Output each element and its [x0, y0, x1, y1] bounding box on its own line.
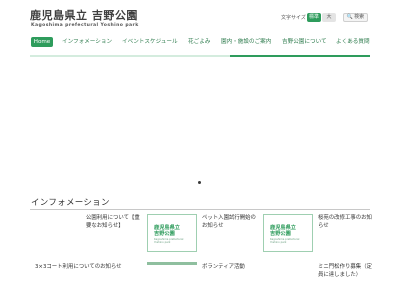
info-item-title-line2: らせ [318, 223, 329, 229]
info-thumbnail-partial[interactable] [147, 262, 197, 265]
hero-slideshow[interactable] [30, 57, 370, 187]
info-item-title-line2: 要なお知らせ】 [86, 223, 124, 229]
thumbnail-logo-subtext: Kagoshima prefectural Yoshino park [270, 238, 300, 244]
info-divider [30, 209, 370, 210]
info-item-cherry-garden-construction[interactable]: 桜苑の改修工事のお知 らせ [318, 214, 372, 230]
font-size-standard-button[interactable]: 標準 [307, 12, 321, 22]
info-item-title-line1: 桜苑の改修工事のお知 [318, 215, 372, 221]
info-item-title-line2: お知らせ [202, 223, 224, 229]
thumbnail-logo-subtext: Kagoshima prefectural Yoshino park [154, 238, 184, 244]
nav-home[interactable]: Home [31, 37, 53, 47]
nav-about-park[interactable]: 吉野公園について [282, 37, 327, 47]
thumbnail-logo-text: 鹿児島県立 吉野公園 [154, 225, 180, 237]
search-icon: 🔍 [346, 13, 354, 20]
info-item-volunteer[interactable]: ボランティア活動 [202, 263, 245, 271]
info-item-title-line1: 3×3コート利用についてのお知らせ [35, 264, 122, 270]
site-subtitle: Kagoshima prefectural Yoshino park [31, 23, 139, 28]
font-size-label: 文字サイズ [281, 15, 306, 21]
font-size-large-button[interactable]: 大 [322, 12, 336, 22]
info-item-park-usage[interactable]: 公園利用について【重 要なお知らせ】 [86, 214, 140, 230]
info-item-title-line1: ミニ門松作り募集（定 [318, 264, 372, 270]
nav-event-schedule[interactable]: イベントスケジュール [122, 37, 178, 47]
info-item-title-line1: 公園利用について【重 [86, 215, 140, 221]
info-item-title-line1: ボランティア活動 [202, 264, 245, 270]
info-thumbnail-park-logo[interactable]: 鹿児島県立 吉野公園 Kagoshima prefectural Yoshino… [147, 214, 197, 252]
slideshow-indicator-dot[interactable] [198, 181, 201, 184]
search-button-label: 検索 [354, 13, 365, 20]
info-item-3x3-court[interactable]: 3×3コート利用についてのお知らせ [35, 263, 122, 271]
nav-faq[interactable]: よくある質問 [336, 37, 370, 47]
info-item-mini-kadomatsu[interactable]: ミニ門松作り募集（定 員に達しました） [318, 263, 372, 279]
info-item-title-line2: 員に達しました） [318, 272, 362, 278]
thumbnail-logo-text: 鹿児島県立 吉野公園 [270, 225, 296, 237]
nav-information[interactable]: インフォメーション [62, 37, 112, 47]
info-item-title-line1: ペット入園試行開始の [202, 215, 256, 221]
info-thumbnail-park-logo[interactable]: 鹿児島県立 吉野公園 Kagoshima prefectural Yoshino… [263, 214, 313, 252]
site-title[interactable]: 鹿児島県立 吉野公園 [30, 7, 138, 23]
info-item-pet-trial[interactable]: ペット入園試行開始の お知らせ [202, 214, 256, 230]
nav-facility-guide[interactable]: 園内・施設のご案内 [221, 37, 271, 47]
search-button[interactable]: 🔍 検索 [343, 12, 368, 22]
nav-flower-calendar[interactable]: 花ごよみ [188, 37, 210, 47]
info-heading: インフォメーション [31, 198, 110, 208]
